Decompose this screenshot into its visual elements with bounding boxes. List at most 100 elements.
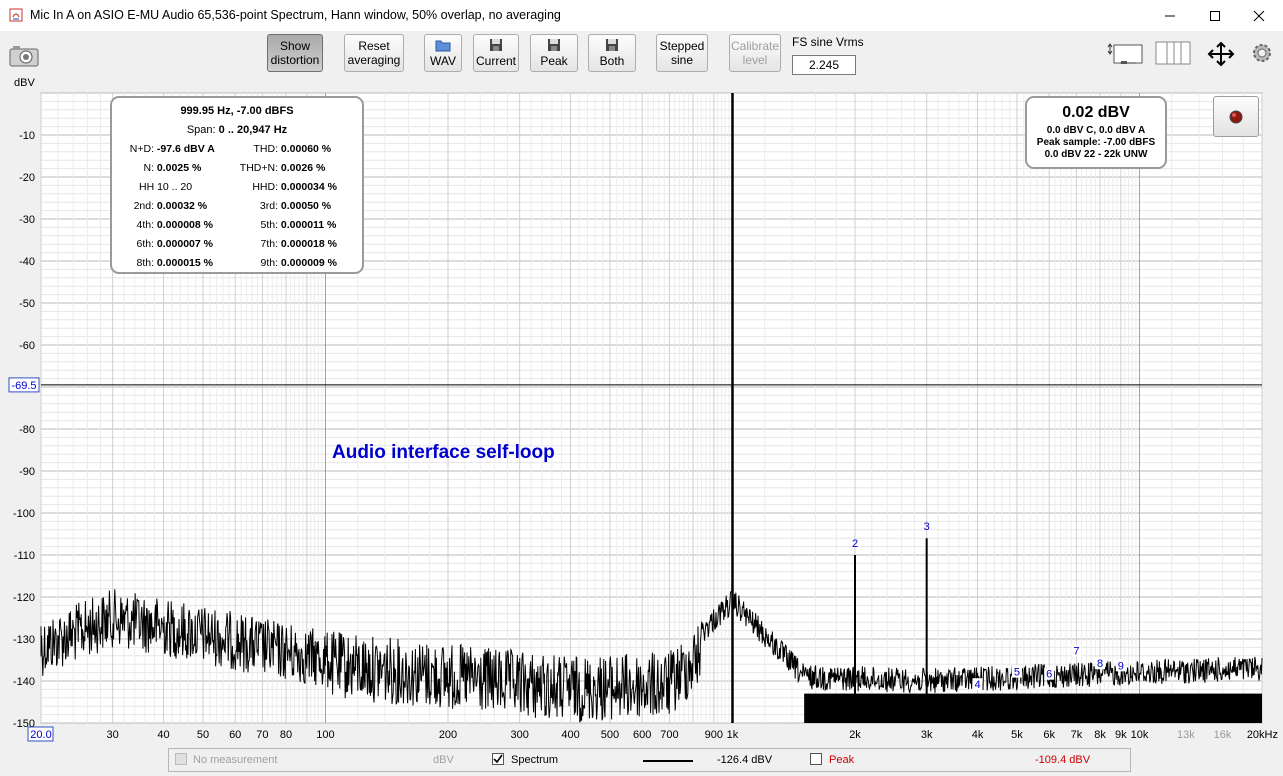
n-row: N: 0.0025 % bbox=[143, 162, 202, 174]
x-tick-label: 700 bbox=[660, 729, 678, 741]
floppy-disk-icon bbox=[490, 39, 502, 51]
harmonic-label: 9 bbox=[1118, 660, 1124, 672]
calibrate-level-button[interactable]: Calibrate level bbox=[729, 34, 781, 72]
x-tick-label: 8k bbox=[1094, 729, 1106, 741]
save-current-button[interactable]: Current bbox=[473, 34, 519, 72]
java-app-icon bbox=[9, 8, 23, 22]
layout-toggle-button[interactable] bbox=[1106, 41, 1144, 72]
x-tick-label: 200 bbox=[439, 729, 457, 741]
x-tick-label: 10k bbox=[1131, 729, 1149, 741]
move-button[interactable] bbox=[1203, 41, 1239, 72]
minimize-button[interactable] bbox=[1147, 4, 1193, 28]
window-title: Mic In A on ASIO E-MU Audio 65,536-point… bbox=[30, 8, 561, 22]
title-bar: Mic In A on ASIO E-MU Audio 65,536-point… bbox=[0, 0, 1283, 31]
h2-row: 2nd: 0.00032 % bbox=[133, 200, 208, 212]
y-tick-label: -10 bbox=[19, 130, 35, 142]
floppy-disk-icon bbox=[606, 39, 618, 51]
panels-button[interactable] bbox=[1155, 41, 1191, 70]
thd-row: THD: 0.00060 % bbox=[253, 143, 332, 155]
fundamental-frequency: 999.95 Hz, -7.00 dBFS bbox=[180, 105, 294, 117]
y-tick-label: -60 bbox=[19, 340, 35, 352]
wav-button[interactable]: WAV bbox=[424, 34, 462, 72]
harmonic-label: 3 bbox=[924, 521, 930, 533]
y-tick-label: -140 bbox=[13, 676, 35, 688]
save-peak-button[interactable]: Peak bbox=[530, 34, 578, 72]
settings-button[interactable] bbox=[1250, 41, 1274, 70]
y-tick-label: -80 bbox=[19, 424, 35, 436]
floppy-disk-icon bbox=[548, 39, 560, 51]
peak-value: -109.4 dBV bbox=[1035, 754, 1091, 766]
h7-row: 7th: 0.000018 % bbox=[260, 238, 337, 250]
x-tick-label: 9k bbox=[1115, 729, 1127, 741]
x-tick-label: 40 bbox=[157, 729, 169, 741]
no-measurement-checkbox[interactable] bbox=[175, 753, 187, 765]
minimize-icon bbox=[1165, 15, 1175, 17]
x-tick-label: 16k bbox=[1214, 729, 1232, 741]
camera-button[interactable] bbox=[8, 43, 40, 67]
close-icon bbox=[1253, 10, 1265, 22]
x-tick-label: 3k bbox=[921, 729, 933, 741]
x-tick-label: 7k bbox=[1071, 729, 1083, 741]
show-distortion-button[interactable]: Show distortion bbox=[267, 34, 323, 72]
level-main: 0.02 dBV bbox=[1062, 104, 1130, 121]
folder-icon bbox=[435, 40, 451, 52]
h6-row: 6th: 0.000007 % bbox=[136, 238, 213, 250]
y-axis-tick-labels: -10 -20 -30 -40 -50 -60 -80 -90 -100 -110 -120 -130… bbox=[8, 130, 40, 730]
peak-checkbox[interactable] bbox=[810, 753, 822, 765]
maximize-icon bbox=[1210, 11, 1220, 21]
x-tick-label: 1k bbox=[727, 729, 739, 741]
y-tick-label: -90 bbox=[19, 466, 35, 478]
x-tick-label: 100 bbox=[316, 729, 334, 741]
x-tick-label: 60 bbox=[229, 729, 241, 741]
distortion-results-panel: 999.95 Hz, -7.00 dBFS Span: 0 .. 20,947 … bbox=[110, 96, 364, 274]
harmonic-label: 6 bbox=[1046, 669, 1052, 681]
fs-sine-label: FS sine Vrms bbox=[792, 35, 864, 49]
plot-annotation: Audio interface self-loop bbox=[332, 442, 555, 463]
x-tick-label: 6k bbox=[1043, 729, 1055, 741]
y-tick-label: -50 bbox=[19, 298, 35, 310]
spectrum-checkbox[interactable] bbox=[492, 753, 504, 765]
y-tick-label: -130 bbox=[13, 634, 35, 646]
toolbar: Show distortion Reset averaging WAV Curr… bbox=[0, 31, 1283, 91]
x-tick-label: 2k bbox=[849, 729, 861, 741]
x-tick-label: 13k bbox=[1177, 729, 1195, 741]
camera-icon bbox=[9, 46, 39, 67]
hhd-row: HHD: 0.000034 % bbox=[252, 181, 337, 193]
save-both-button[interactable]: Both bbox=[588, 34, 636, 72]
y-tick-label: -20 bbox=[19, 172, 35, 184]
checkmark-icon bbox=[493, 754, 503, 764]
harmonic-label: 5 bbox=[1014, 667, 1020, 679]
fs-sine-input[interactable]: 2.245 bbox=[792, 55, 856, 75]
nd-row: N+D: -97.6 dBV A bbox=[129, 143, 215, 155]
x-tick-label: 30 bbox=[107, 729, 119, 741]
x-tick-label: 70 bbox=[256, 729, 268, 741]
gear-icon bbox=[1253, 44, 1271, 62]
stepped-sine-button[interactable]: Stepped sine bbox=[656, 34, 708, 72]
reset-averaging-button[interactable]: Reset averaging bbox=[344, 34, 404, 72]
harmonic-label: 8 bbox=[1097, 658, 1103, 670]
h8-row: 8th: 0.000015 % bbox=[136, 257, 213, 269]
thdn-row: THD+N: 0.0026 % bbox=[239, 162, 326, 174]
h5-row: 5th: 0.000011 % bbox=[260, 219, 337, 231]
legend-bar: No measurement dBV Spectrum -126.4 dBV P… bbox=[168, 748, 1131, 772]
record-button[interactable] bbox=[1213, 96, 1259, 137]
no-measurement-label: No measurement bbox=[193, 754, 278, 766]
spectrum-value: -126.4 dBV bbox=[717, 754, 773, 766]
y-cursor-label: -69.5 bbox=[11, 380, 36, 392]
x-tick-label: 4k bbox=[972, 729, 984, 741]
level-readout-panel: 0.02 dBV 0.0 dBV C, 0.0 dBV A Peak sampl… bbox=[1025, 96, 1167, 169]
x-tick-label: 900 bbox=[705, 729, 723, 741]
move-arrows-icon bbox=[1207, 41, 1235, 67]
level-weighted: 0.0 dBV C, 0.0 dBV A bbox=[1046, 125, 1146, 136]
close-button[interactable] bbox=[1236, 4, 1282, 28]
maximize-button[interactable] bbox=[1192, 4, 1238, 28]
x-tick-label: 500 bbox=[601, 729, 619, 741]
y-tick-label: -120 bbox=[13, 592, 35, 604]
harmonic-label: 2 bbox=[852, 538, 858, 550]
record-icon bbox=[1229, 110, 1243, 123]
y-tick-label: -30 bbox=[19, 214, 35, 226]
x-tick-label: 300 bbox=[510, 729, 528, 741]
spectrum-line-swatch bbox=[643, 760, 693, 762]
span-line: Span: 0 .. 20,947 Hz bbox=[186, 124, 288, 136]
peak-label: Peak bbox=[829, 754, 855, 766]
